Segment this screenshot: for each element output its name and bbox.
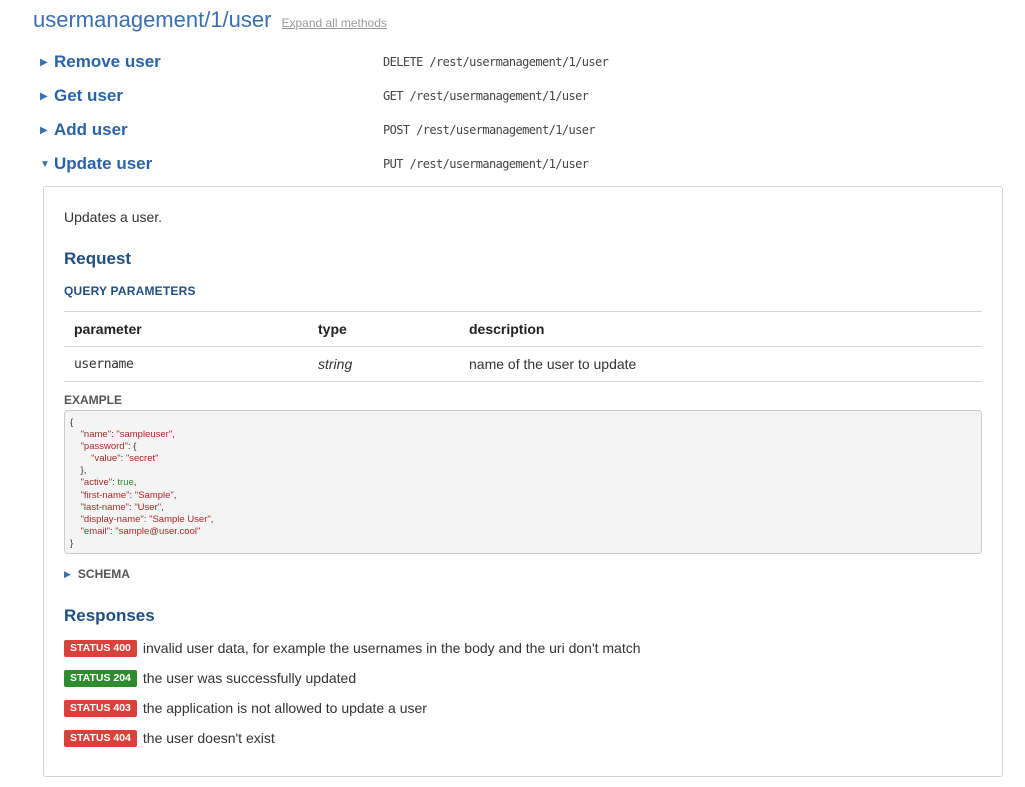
response-item: STATUS 404 the user doesn't exist [64,728,275,748]
column-header: description [459,311,982,347]
method-endpoint: PUT /rest/usermanagement/1/user [383,157,589,171]
method-endpoint: POST /rest/usermanagement/1/user [383,123,596,137]
expand-all-methods-link[interactable]: Expand all methods [281,16,386,30]
response-description: invalid user data, for example the usern… [142,640,641,656]
method-detail-panel: Updates a user. Request QUERY PARAMETERS… [43,186,1003,777]
response-item: STATUS 403 the application is not allowe… [64,698,427,718]
response-description: the user was successfully updated [142,670,357,686]
method-name[interactable]: Update user [54,154,383,174]
method-description: Updates a user. [64,209,163,225]
status-badge: STATUS 403 [64,699,137,717]
query-params-table: parameter type description username stri… [64,311,982,382]
method-endpoint: GET /rest/usermanagement/1/user [383,89,589,103]
status-badge: STATUS 400 [64,639,137,657]
example-heading: EXAMPLE [64,393,123,407]
column-header: type [308,311,459,347]
table-row: username string name of the user to upda… [64,346,982,382]
caret-right-icon: ▶ [40,90,48,102]
responses-heading: Responses [64,606,155,625]
method-name[interactable]: Remove user [54,52,383,72]
method-name[interactable]: Get user [54,86,383,106]
status-badge: STATUS 204 [64,669,137,687]
resource-header: usermanagement/1/user Expand all methods [33,6,387,36]
caret-down-icon: ▼ [40,158,50,170]
param-type: string [308,346,459,382]
resource-title: usermanagement/1/user [33,7,272,32]
schema-label: SCHEMA [77,567,130,581]
request-heading: Request [64,249,132,268]
example-code-block: { "name": "sampleuser", "password": { "v… [64,410,982,554]
method-update-user[interactable]: ▼ Update user PUT /rest/usermanagement/1… [40,150,1000,178]
method-name[interactable]: Add user [54,120,383,140]
column-header: parameter [64,311,308,347]
method-endpoint: DELETE /rest/usermanagement/1/user [383,55,609,69]
param-description: name of the user to update [459,346,982,382]
caret-right-icon: ▶ [40,124,48,136]
param-name: username [64,346,308,382]
caret-right-icon: ▶ [64,568,71,579]
method-get-user[interactable]: ▶ Get user GET /rest/usermanagement/1/us… [40,82,1000,110]
method-add-user[interactable]: ▶ Add user POST /rest/usermanagement/1/u… [40,116,1000,144]
schema-toggle[interactable]: ▶ SCHEMA [64,567,130,581]
response-item: STATUS 400 invalid user data, for exampl… [64,638,641,658]
response-description: the application is not allowed to update… [142,700,427,716]
table-header-row: parameter type description [64,311,982,347]
method-remove-user[interactable]: ▶ Remove user DELETE /rest/usermanagemen… [40,48,1000,76]
response-description: the user doesn't exist [142,730,275,746]
caret-right-icon: ▶ [40,56,48,68]
response-item: STATUS 204 the user was successfully upd… [64,668,356,688]
query-params-heading: QUERY PARAMETERS [64,284,196,298]
status-badge: STATUS 404 [64,729,137,747]
